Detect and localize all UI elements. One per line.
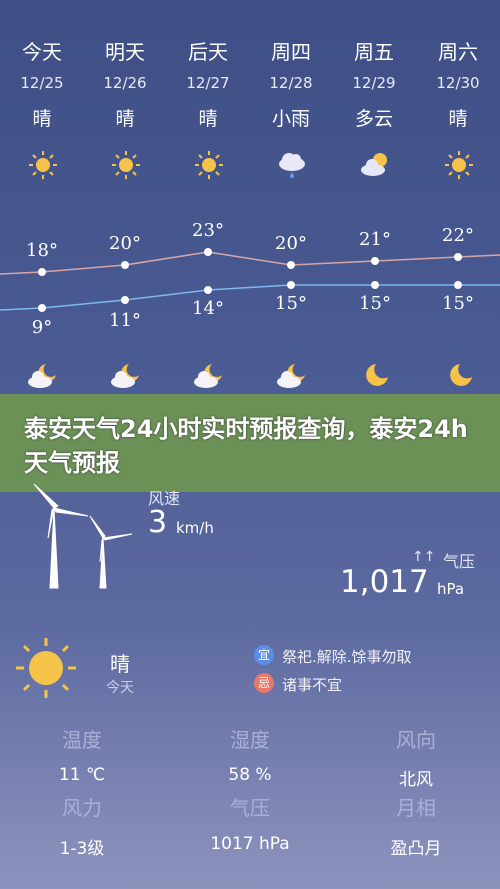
low-temp-label: 11° [109,310,141,331]
today-label: 今天 [106,680,134,696]
sun-icon [16,638,76,698]
low-point [204,286,212,294]
wind-direction-label: 风向 [396,728,436,752]
high-point [371,257,379,265]
pressure-value: 1,017 [340,564,429,600]
low-point [454,281,462,289]
pressure-unit: hPa [437,580,465,598]
high-point [454,253,462,261]
moon-phase-label: 月相 [396,796,436,820]
wind-speed-value: 3 [148,505,168,540]
high-temp-label: 20° [109,233,141,254]
yi-badge: 宜 [254,645,274,665]
yi-text: 祭祀.解除.馀事勿取 [282,648,412,666]
humidity-value: 58 % [228,765,272,785]
wind-speed-unit: km/h [176,519,214,537]
temperature-label: 温度 [62,728,102,752]
low-temp-line [0,284,500,311]
today-condition: 晴 [110,652,130,676]
ji-text: 诸事不宜 [282,676,343,694]
wind-force-value: 1-3级 [59,839,105,859]
wind-turbine-icon [33,483,133,589]
high-temp-label: 21° [359,229,391,250]
pressure-label: 气压 [443,552,476,571]
low-temp-label: 15° [359,293,391,314]
low-temp-label: 15° [275,293,307,314]
pressure-detail-label: 气压 [230,796,270,820]
high-point [287,261,295,269]
high-point [204,248,212,256]
high-temp-label: 22° [442,225,474,246]
low-point [371,281,379,289]
low-point [287,281,295,289]
wind-force-label: 风力 [62,796,102,820]
low-temp-label: 14° [192,298,224,319]
high-temp-label: 18° [26,240,58,261]
pressure-detail-value: 1017 hPa [210,834,290,854]
low-temp-label: 15° [442,293,474,314]
low-point [121,296,129,304]
high-point [121,261,129,269]
humidity-label: 湿度 [230,728,270,752]
low-temp-label: 9° [31,317,53,338]
high-point [38,268,46,276]
temperature-value: 11 ℃ [58,765,106,785]
banner-title[interactable]: 泰安天气24小时实时预报查询，泰安24h天气预报 [24,412,476,480]
ji-badge: 忌 [254,673,274,693]
low-point [38,304,46,312]
pressure-arrows-icon: ↑↑ [412,549,436,565]
high-temp-line [0,251,500,275]
high-temp-label: 23° [192,220,224,241]
high-temp-label: 20° [275,233,307,254]
moon-phase-value: 盈凸月 [390,839,442,859]
wind-direction-value: 北风 [399,770,433,790]
